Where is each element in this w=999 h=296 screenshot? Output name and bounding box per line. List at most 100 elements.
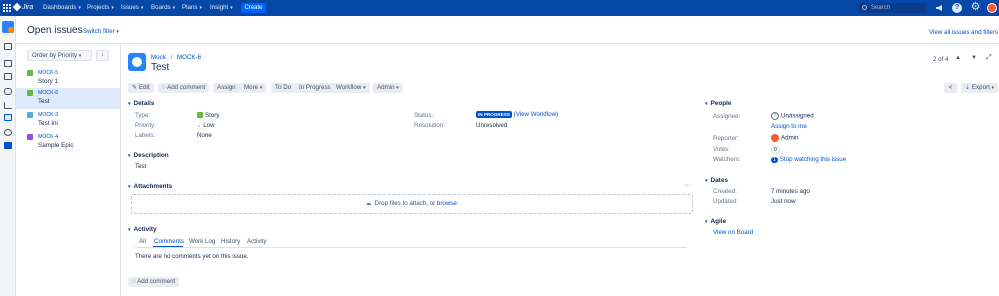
- settings-icon[interactable]: [4, 142, 12, 149]
- list-item[interactable]: MOCK-5 Story 1: [27, 68, 119, 89]
- help-icon[interactable]: ?: [952, 3, 962, 13]
- top-navigation: Jira Dashboards ▾ Projects ▾ Issues ▾ Board…: [0, 0, 999, 16]
- workflow-button[interactable]: Workflow ▾: [332, 83, 370, 93]
- agile-heading[interactable]: ▾ Agile: [705, 218, 726, 225]
- breadcrumb-issue-key[interactable]: MOCK-6: [177, 54, 201, 61]
- export-icon: ⇣: [965, 84, 971, 91]
- order-by-button[interactable]: Order by Priority ▾: [27, 50, 92, 61]
- activity-heading[interactable]: ▾ Activity: [128, 226, 157, 233]
- votes-badge[interactable]: 0: [771, 146, 780, 154]
- description-text[interactable]: Test: [135, 163, 146, 170]
- to-do-button[interactable]: To Do: [271, 83, 296, 93]
- more-button[interactable]: More ▾: [240, 83, 267, 93]
- switch-filter-link[interactable]: Switch filter ▾: [83, 28, 119, 35]
- priority-low-icon: ⌄: [197, 123, 202, 129]
- list-item[interactable]: MOCK-4 Sample Epic: [27, 132, 119, 153]
- dates-heading-label: Dates: [710, 177, 728, 184]
- assign-button[interactable]: Assign: [213, 83, 240, 93]
- chevron-down-icon: ▾: [991, 85, 995, 91]
- reporter-label: Reporter:: [713, 135, 739, 142]
- page-title: Open issues: [27, 25, 83, 36]
- nav-boards-label: Boards: [151, 4, 171, 11]
- user-avatar[interactable]: [987, 3, 997, 13]
- watchers-value[interactable]: 1 Stop watching this issue: [771, 156, 846, 163]
- project-avatar[interactable]: [2, 21, 14, 33]
- attachment-dropzone[interactable]: ☁ Drop files to attach, or browse.: [131, 194, 693, 214]
- tab-activity[interactable]: Activity: [247, 238, 267, 245]
- attachments-heading[interactable]: ▾ Attachments: [128, 183, 172, 190]
- list-item[interactable]: MOCK-3 Test Ini: [27, 110, 119, 131]
- view-all-issues-link[interactable]: View all issues and filters: [929, 29, 998, 36]
- expand-icon[interactable]: ⤢: [986, 54, 992, 62]
- nav-dashboards[interactable]: Dashboards ▾: [43, 0, 81, 16]
- chevron-down-icon: ▾: [78, 53, 82, 59]
- add-comment-bottom-label: Add comment: [137, 278, 176, 285]
- list-item-selected[interactable]: MOCK-6 Test: [16, 88, 120, 109]
- assign-to-me-link[interactable]: Assign to me: [771, 123, 807, 130]
- gear-icon[interactable]: ⚙: [970, 2, 981, 13]
- tab-work-log[interactable]: Work Log: [189, 238, 215, 245]
- type-value: Story: [197, 112, 219, 119]
- browse-link[interactable]: browse.: [437, 200, 459, 207]
- admin-button[interactable]: Admin ▾: [373, 83, 403, 93]
- labels-value[interactable]: None: [197, 132, 212, 139]
- jira-logo[interactable]: Jira: [12, 0, 33, 16]
- dates-heading[interactable]: ▾ Dates: [705, 177, 728, 184]
- search-input[interactable]: Search: [858, 3, 927, 13]
- assignee-value[interactable]: ? Unassigned: [771, 112, 814, 120]
- previous-issue-button[interactable]: ▲: [955, 55, 961, 61]
- export-button[interactable]: ⇣ Export ▾: [961, 83, 999, 93]
- create-button[interactable]: Create: [241, 3, 266, 13]
- jira-logo-icon: [12, 2, 22, 12]
- stop-watching-link[interactable]: Stop watching this issue: [780, 156, 846, 163]
- chart-icon[interactable]: [4, 102, 12, 109]
- app-switcher-icon[interactable]: [3, 4, 11, 12]
- issue-summary[interactable]: Test: [151, 62, 169, 73]
- tabs-divider: [135, 247, 687, 248]
- details-heading[interactable]: ▾ Details: [128, 100, 154, 107]
- type-label: Type:: [135, 112, 151, 119]
- view-workflow-link[interactable]: (View Workflow): [514, 111, 558, 118]
- tab-comments[interactable]: Comments: [154, 238, 184, 245]
- chevron-down-icon: ▾: [396, 85, 399, 91]
- add-comment-bottom-button[interactable]: ◌ Add comment: [128, 277, 180, 287]
- project-avatar-large[interactable]: [128, 53, 146, 71]
- description-heading[interactable]: ▾ Description: [128, 152, 169, 159]
- nav-issues[interactable]: Issues ▾: [121, 0, 143, 16]
- next-issue-button[interactable]: ▼: [971, 55, 977, 61]
- nav-projects[interactable]: Projects ▾: [87, 0, 114, 16]
- story-icon: [27, 70, 33, 76]
- assignee-value-text: Unassigned: [781, 112, 814, 120]
- details-heading-label: Details: [133, 100, 155, 107]
- sort-direction-button[interactable]: ↓: [96, 50, 109, 61]
- share-button[interactable]: <: [944, 83, 957, 93]
- story-icon: [27, 90, 33, 96]
- breadcrumb-project[interactable]: Mock: [151, 54, 166, 61]
- components-icon[interactable]: [4, 129, 12, 136]
- agile-heading-label: Agile: [710, 218, 727, 225]
- status-badge[interactable]: IN PROGRESS: [476, 111, 512, 118]
- reporter-value[interactable]: Admin: [771, 134, 799, 142]
- drop-text: Drop files to attach, or: [374, 200, 436, 207]
- add-comment-button[interactable]: ◌ Add comment: [158, 83, 210, 93]
- board-icon[interactable]: [4, 43, 12, 50]
- view-on-board-link[interactable]: View on Board: [713, 229, 753, 236]
- reports-icon[interactable]: [4, 73, 12, 80]
- attachments-more-icon[interactable]: ···: [684, 182, 691, 189]
- releases-icon[interactable]: [4, 88, 12, 95]
- tab-history[interactable]: History: [221, 238, 240, 245]
- edit-button[interactable]: ✎ Edit: [128, 83, 154, 93]
- people-heading[interactable]: ▾ People: [705, 100, 731, 107]
- in-progress-button[interactable]: In Progress: [295, 83, 335, 93]
- priority-label: Priority:: [135, 122, 156, 129]
- nav-boards[interactable]: Boards ▾: [151, 0, 175, 16]
- backlog-icon[interactable]: [4, 60, 12, 67]
- nav-insight[interactable]: Insight ▾: [210, 0, 233, 16]
- issues-icon[interactable]: [4, 114, 12, 121]
- attachments-heading-label: Attachments: [133, 183, 173, 190]
- tab-all[interactable]: All: [139, 238, 146, 245]
- megaphone-icon[interactable]: [935, 4, 944, 12]
- nav-plans[interactable]: Plans ▾: [182, 0, 202, 16]
- activity-heading-label: Activity: [133, 226, 157, 233]
- created-label: Created:: [713, 188, 737, 195]
